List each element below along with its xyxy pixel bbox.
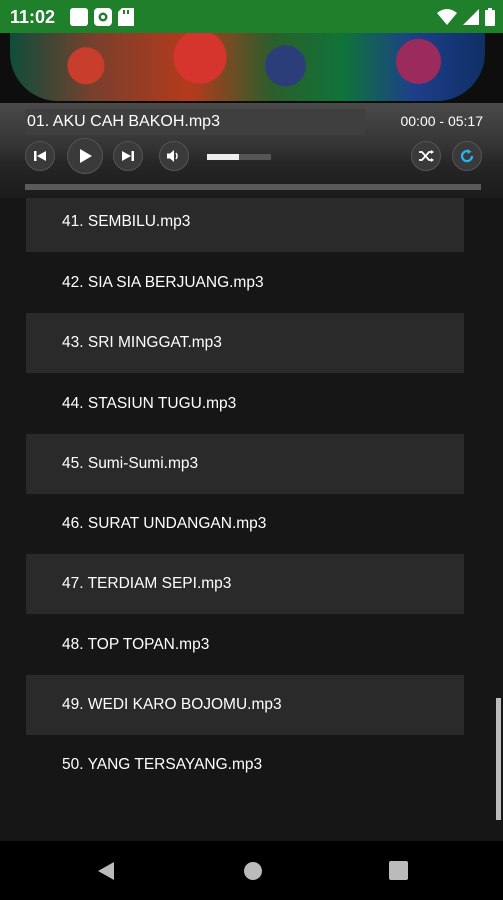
list-item[interactable]: 49. WEDI KARO BOJOMU.mp3 xyxy=(26,675,464,735)
album-banner xyxy=(0,33,503,103)
square-icon xyxy=(70,8,88,26)
sd-card-icon xyxy=(118,8,134,31)
status-bar: 11:02 xyxy=(0,0,503,33)
list-item[interactable]: 44. STASIUN TUGU.mp3 xyxy=(26,374,464,434)
wifi-icon xyxy=(437,9,457,25)
track-time: 00:00 - 05:17 xyxy=(400,113,483,129)
list-item[interactable]: 46. SURAT UNDANGAN.mp3 xyxy=(26,494,464,554)
navigation-bar xyxy=(0,841,503,900)
player-panel: 01. AKU CAH BAKOH.mp3 00:00 - 05:17 xyxy=(0,103,503,198)
volume-icon xyxy=(167,150,178,162)
camera-icon xyxy=(94,8,112,31)
next-button[interactable] xyxy=(113,141,143,171)
album-art xyxy=(10,33,485,101)
volume-slider[interactable] xyxy=(207,154,271,160)
shuffle-button[interactable] xyxy=(411,141,441,171)
seek-bar[interactable] xyxy=(25,184,481,190)
list-item[interactable]: 41. SEMBILU.mp3 xyxy=(26,198,464,252)
status-time: 11:02 xyxy=(10,7,56,27)
skip-next-icon xyxy=(122,151,134,161)
now-playing-title: 01. AKU CAH BAKOH.mp3 xyxy=(25,109,365,135)
skip-previous-icon xyxy=(34,151,46,161)
repeat-button[interactable] xyxy=(452,141,482,171)
repeat-icon xyxy=(460,149,474,163)
list-item[interactable]: 42. SIA SIA BERJUANG.mp3 xyxy=(26,253,464,313)
home-icon[interactable] xyxy=(243,861,263,881)
shuffle-icon xyxy=(419,150,434,162)
list-item[interactable]: 43. SRI MINGGAT.mp3 xyxy=(26,313,464,373)
play-icon xyxy=(80,149,92,163)
battery-icon xyxy=(485,8,495,26)
previous-button[interactable] xyxy=(25,141,55,171)
list-item[interactable]: 47. TERDIAM SEPI.mp3 xyxy=(26,554,464,614)
signal-icon xyxy=(463,9,479,25)
scrollbar[interactable] xyxy=(496,698,501,820)
recents-icon[interactable] xyxy=(389,861,408,880)
back-icon[interactable] xyxy=(97,861,115,881)
list-item[interactable]: 48. TOP TOPAN.mp3 xyxy=(26,615,464,675)
list-item[interactable]: 45. Sumi-Sumi.mp3 xyxy=(26,434,464,494)
play-button[interactable] xyxy=(67,138,103,174)
playlist: 41. SEMBILU.mp3 42. SIA SIA BERJUANG.mp3… xyxy=(0,198,503,841)
system-icons xyxy=(437,8,495,26)
volume-level xyxy=(207,154,239,160)
list-item[interactable]: 50. YANG TERSAYANG.mp3 xyxy=(26,735,464,795)
volume-button[interactable] xyxy=(159,141,189,171)
notification-icons xyxy=(70,8,134,31)
